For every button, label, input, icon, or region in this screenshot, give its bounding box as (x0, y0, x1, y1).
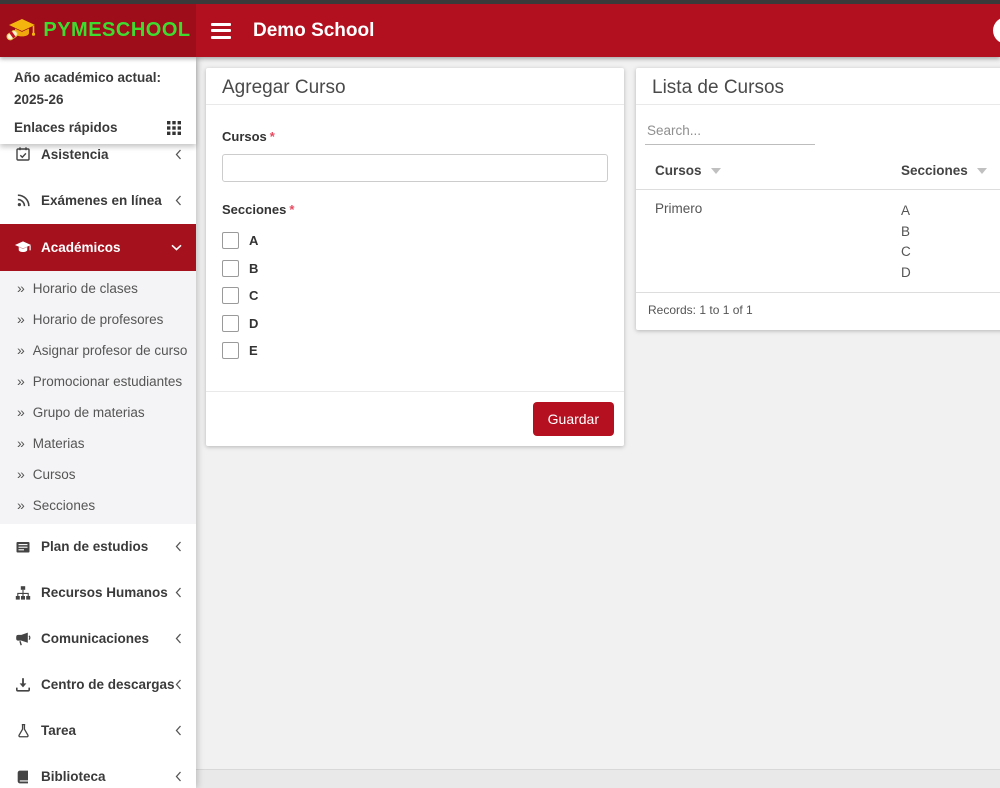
graduation-cap-logo-icon (5, 17, 37, 44)
school-title: Demo School (253, 20, 374, 42)
download-icon (14, 677, 32, 693)
megaphone-icon (14, 631, 32, 647)
secciones-field-label: Secciones* (222, 202, 608, 217)
double-chevron-icon (17, 435, 25, 451)
book-icon (14, 769, 32, 785)
double-chevron-icon (17, 280, 25, 296)
sort-caret-icon (711, 168, 721, 174)
submenu-item-materias[interactable]: Materias (0, 428, 196, 459)
curriculum-icon (14, 539, 32, 555)
chevron-left-icon (175, 725, 182, 736)
grid-icon[interactable] (166, 119, 182, 135)
submenu-item-promocionar-estudiantes[interactable]: Promocionar estudiantes (0, 366, 196, 397)
sidebar-item-academicos[interactable]: Académicos (0, 224, 196, 271)
brand-logo[interactable]: PYMESCHOOL (0, 4, 196, 57)
header-main: Demo School (196, 4, 1000, 57)
cursos-input[interactable] (222, 154, 608, 182)
academicos-submenu: Horario de clases Horario de profesores … (0, 271, 196, 524)
required-asterisk: * (270, 129, 275, 144)
table-row[interactable]: Primero A B C D (636, 190, 1000, 293)
column-header-secciones[interactable]: Secciones (901, 151, 1000, 190)
column-header-cursos[interactable]: Cursos (636, 151, 901, 190)
submenu-item-cursos[interactable]: Cursos (0, 459, 196, 490)
sitemap-icon (14, 585, 32, 601)
section-checkbox-e[interactable] (222, 342, 239, 359)
section-option-row: C (222, 282, 608, 310)
double-chevron-icon (17, 466, 25, 482)
sidebar-item-biblioteca[interactable]: Biblioteca (0, 754, 196, 788)
sidebar-item-centro-de-descargas[interactable]: Centro de descargas (0, 662, 196, 708)
app-header: PYMESCHOOL Demo School (0, 4, 1000, 57)
section-checkbox-b[interactable] (222, 260, 239, 277)
double-chevron-icon (17, 404, 25, 420)
required-asterisk: * (289, 202, 294, 217)
double-chevron-icon (17, 497, 25, 513)
double-chevron-icon (17, 342, 25, 358)
quick-links-label: Enlaces rápidos (14, 120, 118, 135)
submenu-item-horario-de-clases[interactable]: Horario de clases (0, 273, 196, 304)
top-strip (0, 0, 1000, 4)
section-option-row: E (222, 337, 608, 365)
brand-name: PYMESCHOOL (43, 19, 190, 42)
chevron-left-icon (175, 771, 182, 782)
chevron-left-icon (175, 195, 182, 206)
double-chevron-icon (17, 311, 25, 327)
double-chevron-icon (17, 373, 25, 389)
page-footer (196, 769, 1000, 788)
sidebar-header: Año académico actual: 2025-26 Enlaces rá… (0, 57, 196, 144)
course-list-card: Lista de Cursos Cursos Secciones Primero (636, 68, 1000, 330)
chevron-left-icon (175, 541, 182, 552)
cell-secciones: A B C D (901, 190, 1000, 293)
cursos-field-label: Cursos* (222, 129, 608, 144)
cell-curso: Primero (636, 190, 901, 293)
academic-year-value: 2025-26 (14, 89, 182, 111)
sort-caret-icon (977, 168, 987, 174)
chevron-left-icon (175, 587, 182, 598)
sidebar-menu: Asistencia Exámenes en línea (0, 131, 196, 788)
save-button[interactable]: Guardar (533, 402, 614, 436)
chevron-left-icon (175, 679, 182, 690)
section-option-row: B (222, 255, 608, 283)
chevron-left-icon (175, 149, 182, 160)
add-course-card: Agregar Curso Cursos* Secciones* A B C (206, 68, 624, 446)
sidebar-item-examenes[interactable]: Exámenes en línea (0, 178, 196, 225)
academic-year-label: Año académico actual: (14, 67, 182, 89)
sidebar-item-comunicaciones[interactable]: Comunicaciones (0, 616, 196, 662)
course-list-title: Lista de Cursos (636, 68, 1000, 105)
sidebar: Año académico actual: 2025-26 Enlaces rá… (0, 57, 196, 788)
search-input[interactable] (645, 118, 815, 145)
user-avatar[interactable] (993, 17, 1000, 44)
sidebar-item-plan-de-estudios[interactable]: Plan de estudios (0, 524, 196, 570)
sidebar-item-tarea[interactable]: Tarea (0, 708, 196, 754)
chevron-down-icon (171, 244, 182, 251)
submenu-item-secciones[interactable]: Secciones (0, 490, 196, 521)
main-content: Agregar Curso Cursos* Secciones* A B C (196, 57, 1000, 788)
form-footer: Guardar (206, 391, 624, 446)
section-option-row: A (222, 227, 608, 255)
graduation-cap-icon (14, 240, 32, 255)
section-option-row: D (222, 310, 608, 338)
flask-icon (14, 723, 32, 739)
submenu-item-asignar-profesor[interactable]: Asignar profesor de curso (0, 335, 196, 366)
section-checkbox-a[interactable] (222, 232, 239, 249)
submenu-item-horario-de-profesores[interactable]: Horario de profesores (0, 304, 196, 335)
section-checkbox-c[interactable] (222, 287, 239, 304)
courses-table: Cursos Secciones Primero A B C D (636, 151, 1000, 293)
chevron-left-icon (175, 633, 182, 644)
menu-toggle-icon[interactable] (211, 23, 231, 39)
records-summary: Records: 1 to 1 of 1 (636, 293, 1000, 317)
sidebar-item-recursos-humanos[interactable]: Recursos Humanos (0, 570, 196, 616)
rss-icon (14, 193, 32, 208)
section-checkbox-d[interactable] (222, 315, 239, 332)
submenu-item-grupo-de-materias[interactable]: Grupo de materias (0, 397, 196, 428)
calendar-check-icon (14, 146, 32, 162)
add-course-title: Agregar Curso (206, 68, 624, 105)
